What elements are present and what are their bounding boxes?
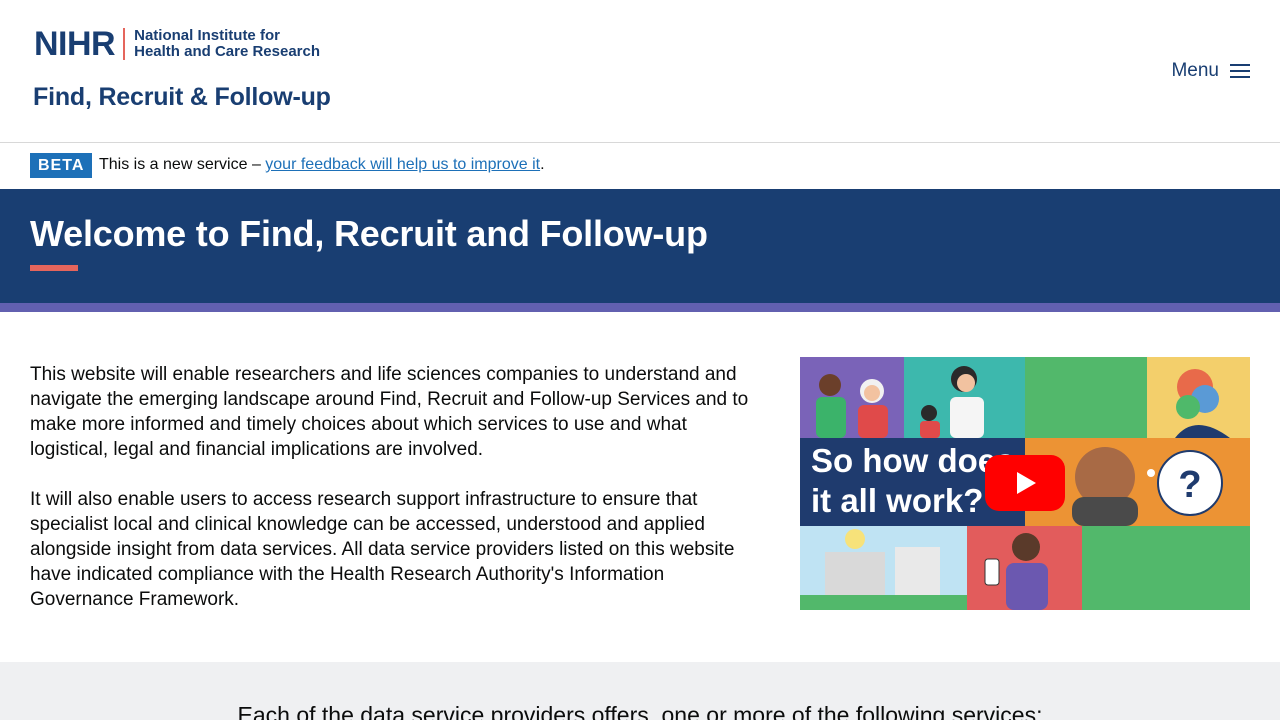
services-section: Each of the data service providers offer… — [0, 662, 1280, 720]
thought-question-mark: ? — [1178, 464, 1201, 506]
video-caption-line-1: So how does — [811, 442, 1015, 479]
beta-text-after: . — [540, 156, 545, 173]
logo-line-1: National Institute for — [134, 27, 280, 44]
hero-stripe — [0, 303, 1280, 312]
logo-mark: NIHR — [34, 25, 116, 63]
feedback-link[interactable]: your feedback will help us to improve it — [265, 156, 540, 173]
service-name-link[interactable]: Find, Recruit & Follow-up — [33, 83, 331, 112]
nihr-logo[interactable]: NIHR National Institute for Health and C… — [34, 27, 320, 61]
video-caption-line-2: it all work? — [811, 482, 983, 519]
menu-label: Menu — [1171, 60, 1219, 81]
beta-banner: BETA This is a new service – your feedba… — [0, 143, 1280, 189]
logo-line-2: Health and Care Research — [134, 43, 321, 60]
intro-paragraph-2: It will also enable users to access rese… — [30, 489, 735, 610]
services-heading: Each of the data service providers offer… — [237, 702, 1043, 720]
beta-tag: BETA — [30, 153, 93, 178]
page-title: Welcome to Find, Recruit and Follow-up — [30, 213, 708, 254]
menu-button[interactable]: Menu — [1171, 60, 1250, 82]
hero-banner: Welcome to Find, Recruit and Follow-up — [0, 189, 1280, 303]
site-header: NIHR National Institute for Health and C… — [0, 0, 1280, 143]
intro-text: This website will enable researchers and… — [30, 362, 760, 637]
logo-divider — [123, 28, 126, 60]
beta-text: This is a new service – your feedback wi… — [99, 156, 545, 174]
intro-paragraph-1: This website will enable researchers and… — [30, 364, 749, 460]
title-accent-bar — [30, 265, 78, 271]
logo-text: National Institute for Health and Care R… — [134, 28, 320, 60]
hamburger-icon — [1230, 63, 1250, 79]
play-icon[interactable] — [985, 455, 1065, 511]
beta-text-before: This is a new service – — [99, 156, 266, 173]
video-embed[interactable]: ? So how does it all work? — [800, 357, 1250, 610]
